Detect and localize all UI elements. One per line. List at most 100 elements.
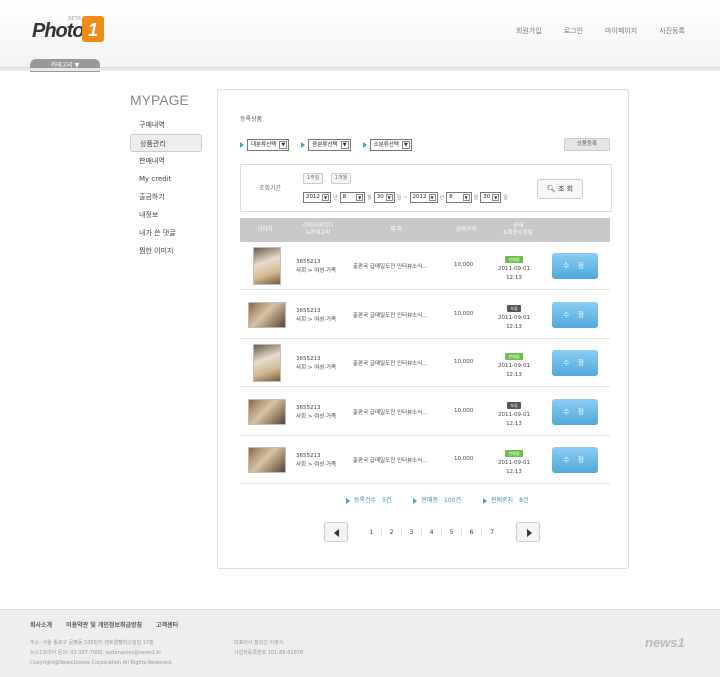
product-thumbnail[interactable] <box>248 398 286 425</box>
to-year-select[interactable]: 2012 ▼ <box>409 192 438 203</box>
product-title[interactable]: 출판국 급매일도전 인터뷰소식... <box>353 359 428 367</box>
sidebar-item-credit[interactable]: My credit <box>130 170 210 188</box>
bullet-arrow-icon <box>413 497 418 504</box>
next-page-button[interactable] <box>516 522 540 542</box>
product-title[interactable]: 출판국 급매일도전 인터뷰소식... <box>353 456 428 464</box>
modified-date: 2011-09-01 12:13 <box>498 363 530 378</box>
product-thumbnail[interactable] <box>248 447 286 473</box>
filter-minor: 소분류선택 ▼ <box>362 139 412 151</box>
search-button[interactable]: 🔍︎ 조 회 <box>537 179 583 199</box>
table-row: 3655213 사회 > 여성·가족 출판국 급매일도전 인터뷰소식... 10,00… <box>240 388 610 436</box>
status-cell: 판매중 2011-09-01 12:13 <box>490 256 538 283</box>
select-value: 2012 <box>306 194 320 200</box>
sidebar-item-my-comments[interactable]: 내가 쓴 댓글 <box>130 224 210 242</box>
sidebar-item-withdraw[interactable]: 출금하기 <box>130 188 210 206</box>
prev-page-button[interactable] <box>324 522 348 542</box>
page-2[interactable]: 2 <box>382 528 402 536</box>
chevron-down-icon: ▼ <box>322 194 329 201</box>
modified-date: 2011-09-01 12:13 <box>498 460 530 475</box>
period-search-box: 조회기간 1주일 1개월 2012 ▼ 년 8 ▼ 월 30 ▼ 일 ~ 2012 ▼ … <box>240 164 612 212</box>
col-title: 제 목 <box>390 226 402 233</box>
logo-beta: BETA <box>68 16 81 22</box>
footer-copyright: Copyright@News1korea Corporation All Rig… <box>30 660 173 666</box>
sidebar-item-my-info[interactable]: 내정보 <box>130 206 210 224</box>
filter-major: 대분류선택 ▼ <box>240 139 290 151</box>
page-5[interactable]: 5 <box>442 528 462 536</box>
page-6[interactable]: 6 <box>462 528 482 536</box>
page-7[interactable]: 7 <box>482 529 502 536</box>
chevron-down-icon: ▼ <box>462 194 470 201</box>
page-3[interactable]: 3 <box>402 528 422 536</box>
nav-photo-register[interactable]: 사진등록 <box>659 26 685 36</box>
edit-button[interactable]: 수 정 <box>552 253 598 279</box>
status-cell: 보류 2011-09-01 12:13 <box>490 304 538 332</box>
period-1week-button[interactable]: 1주일 <box>303 173 323 184</box>
footer-info-left: 주소: 서울 종로구 공평동 100번지 센트럴팰리스빌딩 17층 뉴스1코리아… <box>30 638 173 668</box>
major-category-select[interactable]: 대분류선택 ▼ <box>247 139 290 151</box>
sidebar-item-products[interactable]: 상품관리 <box>130 134 202 152</box>
summary-value: 5건 <box>382 497 392 504</box>
middle-category-select[interactable]: 중분류선택 ▼ <box>308 139 351 151</box>
table-row: 3655213 사회 > 여성·가족 출판국 급매일도전 인터뷰소식... 10,00… <box>240 291 610 339</box>
edit-button[interactable]: 수 정 <box>552 350 598 376</box>
bullet-arrow-icon <box>362 142 367 148</box>
footer-business-number: 사업자등록번호 101-86-62878 <box>234 650 304 656</box>
to-month-select[interactable]: 8 ▼ <box>446 192 472 203</box>
to-day-select[interactable]: 30 ▼ <box>480 192 502 203</box>
from-day-select[interactable]: 30 ▼ <box>373 192 395 203</box>
nav-login[interactable]: 로그인 <box>564 26 583 36</box>
sidebar-item-purchases[interactable]: 구매내역 <box>130 116 210 134</box>
register-product-button[interactable]: 상품등록 <box>564 138 610 151</box>
logo-text: Photo <box>32 20 85 42</box>
footer-logo: news1 <box>645 635 685 650</box>
summary-registered: 등록건수 5건 <box>346 495 391 504</box>
page-4[interactable]: 4 <box>422 528 442 536</box>
bullet-arrow-icon <box>301 142 306 148</box>
period-1month-button[interactable]: 1개월 <box>331 173 351 184</box>
product-price: 10,000 <box>454 262 474 268</box>
product-thumbnail[interactable] <box>248 301 286 328</box>
status-cell: 판매중 2011-09-01 12:13 <box>490 450 538 477</box>
from-month-select[interactable]: 8 ▼ <box>339 192 366 203</box>
sidebar-title: MYPAGE <box>130 92 189 108</box>
nav-signup[interactable]: 회원가입 <box>516 26 542 36</box>
image-category: 사회 > 여성·가족 <box>296 462 337 468</box>
category-bar <box>0 68 720 71</box>
edit-button[interactable]: 수 정 <box>552 447 598 473</box>
minor-category-select[interactable]: 소분류선택 ▼ <box>369 139 412 151</box>
id-category-cell: 3655213 사회 > 여성·가족 <box>296 452 336 470</box>
id-category-cell: 3655213 사회 > 여성·가족 <box>296 307 336 325</box>
image-id: 3655213 <box>296 404 321 411</box>
footer-support[interactable]: 고객센터 <box>156 620 178 629</box>
bullet-arrow-icon <box>346 497 350 504</box>
product-title[interactable]: 출판국 급매일도전 인터뷰소식... <box>353 262 428 270</box>
footer-terms[interactable]: 이용약관 및 개인정보취급방침 <box>66 620 142 629</box>
select-value: 30 <box>376 194 384 200</box>
footer-contact: 뉴스1코리아 문의: 02-397-7000, webmaster@news1.… <box>30 650 162 656</box>
edit-button[interactable]: 수 정 <box>552 301 598 328</box>
footer-about[interactable]: 회사소개 <box>30 620 52 629</box>
chevron-down-icon: ▼ <box>279 141 288 149</box>
edit-button[interactable]: 수 정 <box>552 398 598 425</box>
product-title[interactable]: 출판국 급매일도전 인터뷰소식... <box>353 311 428 319</box>
chevron-down-icon: ▼ <box>401 141 410 149</box>
product-thumbnail[interactable] <box>253 247 281 285</box>
nav-mypage[interactable]: 마이페이지 <box>605 26 637 36</box>
page-1[interactable]: 1 <box>362 528 382 536</box>
modified-date: 2011-09-01 12:13 <box>498 411 530 427</box>
col-price: 판매가격 <box>455 226 477 233</box>
status-badge: 판매중 <box>505 256 523 263</box>
chevron-down-icon: ▼ <box>492 194 500 201</box>
period-label: 조회기간 <box>259 185 282 192</box>
sidebar-item-sales[interactable]: 판매내역 <box>130 152 210 170</box>
col-status-date: 상태 &최종수정일 <box>503 223 533 236</box>
product-thumbnail[interactable] <box>253 344 281 382</box>
image-id: 3655213 <box>296 307 321 314</box>
product-title[interactable]: 출판국 급매일도전 인터뷰소식... <box>353 408 428 416</box>
chevron-down-icon: ▼ <box>385 194 393 201</box>
product-price: 10,000 <box>454 310 474 317</box>
main-panel: 등록상품 대분류선택 ▼ 중분류선택 ▼ 소분류선택 ▼ 상품등록 조회기간 1주일 … <box>217 89 629 569</box>
from-year-select[interactable]: 2012 ▼ <box>303 192 331 203</box>
site-footer: 회사소개 이용약관 및 개인정보취급방침 고객센터 주소: 서울 종로구 공평동… <box>0 609 720 677</box>
sidebar-item-favorites[interactable]: 찜한 이미지 <box>130 242 210 260</box>
